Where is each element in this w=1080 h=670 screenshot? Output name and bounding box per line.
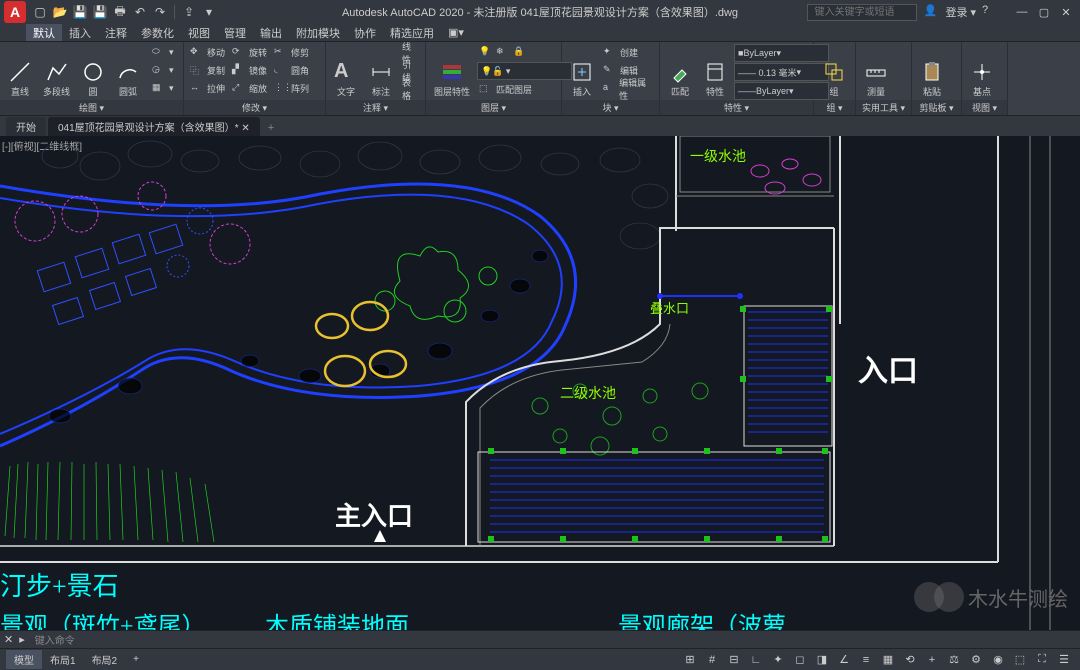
tab-expand-icon[interactable]: ▣▾: [441, 24, 471, 41]
tab-view[interactable]: 视图: [181, 24, 217, 41]
undo-icon[interactable]: ↶: [132, 4, 148, 20]
new-icon[interactable]: ▢: [32, 4, 48, 20]
panel-label-groups[interactable]: 组 ▾: [814, 100, 855, 115]
drawing-canvas[interactable]: [-][俯视][二维线框]: [0, 136, 1080, 630]
tab-default[interactable]: 默认: [26, 24, 62, 41]
label-pergola: 景观廊架（波萝: [618, 606, 786, 630]
panel-block: 插入 ✦创建 ✎编辑 a编辑属性 块 ▾: [562, 42, 660, 115]
move-button[interactable]: ✥移动: [188, 44, 227, 61]
panel-label-annotate[interactable]: 注释 ▾: [326, 100, 425, 115]
help-icon[interactable]: ?: [982, 4, 998, 20]
tab-manage[interactable]: 管理: [217, 24, 253, 41]
minimize-icon[interactable]: —: [1012, 4, 1032, 20]
window-title: Autodesk AutoCAD 2020 - 未注册版 041屋顶花园景观设计…: [342, 4, 738, 20]
doctab-file[interactable]: 041屋顶花园景观设计方案（含效果图）* ✕: [48, 117, 260, 136]
panel-layers: 图层特性 💡❄🔒 💡🔓 ▾ ⬚匹配图层 图层 ▾: [426, 42, 562, 115]
saveas-icon[interactable]: 💾: [92, 4, 108, 20]
layer-tools-row[interactable]: ⬚匹配图层: [477, 81, 572, 98]
cmd-prompt-icon: ▸: [19, 633, 25, 646]
drawing-content: [0, 136, 1080, 630]
layer-dropdown[interactable]: 💡🔓 ▾: [477, 62, 572, 80]
titlebar: A ▢ 📂 💾 💾 🖶 ↶ ↷ ⇪ ▾ Autodesk AutoCAD 202…: [0, 0, 1080, 24]
label-entrance-main: 主入口: [335, 496, 413, 533]
table-button[interactable]: 表格: [400, 80, 421, 97]
label-wood-pave: 木质铺装地面: [265, 606, 409, 630]
panel-properties: 匹配 特性 ■ ByLayer ▾ —— 0.13 毫米 ▾ —— ByLaye…: [660, 42, 814, 115]
panel-label-clipboard[interactable]: 剪贴板 ▾: [912, 100, 961, 115]
panel-clipboard: 粘贴 剪贴板 ▾: [912, 42, 962, 115]
plot-icon[interactable]: 🖶: [112, 4, 128, 20]
draw-flyout-2[interactable]: ◶▾: [150, 62, 176, 79]
tab-collaborate[interactable]: 协作: [347, 24, 383, 41]
draw-flyout-1[interactable]: ⬭▾: [150, 44, 176, 61]
open-icon[interactable]: 📂: [52, 4, 68, 20]
qat-dropdown-icon[interactable]: ▾: [201, 4, 217, 20]
tab-insert[interactable]: 插入: [62, 24, 98, 41]
panel-label-draw[interactable]: 绘图 ▾: [0, 100, 183, 115]
fillet-button[interactable]: ◟圆角: [272, 62, 311, 79]
stretch-button[interactable]: ↔拉伸: [188, 80, 227, 97]
label-pool1: 一级水池: [690, 146, 746, 166]
quick-access-toolbar: ▢ 📂 💾 💾 🖶 ↶ ↷ ⇪ ▾: [32, 4, 217, 20]
label-entrance-east: 入口: [858, 346, 918, 390]
create-block-button[interactable]: ✦创建: [601, 44, 655, 61]
panel-groups: 组 组 ▾: [814, 42, 856, 115]
ribbon: 直线 多段线 圆 圆弧 ⬭▾ ◶▾ ▦▾ 绘图 ▾ ✥移动 ⿻复制 ↔拉伸 ⟳旋…: [0, 42, 1080, 116]
panel-utils: 测量 实用工具 ▾: [856, 42, 912, 115]
edit-attr-button[interactable]: a编辑属性: [601, 80, 655, 97]
command-line[interactable]: ✕ ▸ 键入命令: [0, 630, 1080, 648]
panel-label-modify[interactable]: 修改 ▾: [184, 100, 325, 115]
layer-state-row[interactable]: 💡❄🔒: [477, 44, 572, 61]
redo-icon[interactable]: ↷: [152, 4, 168, 20]
trim-button[interactable]: ✂修剪: [272, 44, 311, 61]
array-button[interactable]: ⋮⋮阵列: [272, 80, 311, 97]
document-tabs: 开始 041屋顶花园景观设计方案（含效果图）* ✕ +: [0, 116, 1080, 136]
label-spout: 叠水口: [650, 298, 689, 317]
panel-view: 基点 视图 ▾: [962, 42, 1008, 115]
cmd-close-icon[interactable]: ✕: [4, 633, 13, 646]
user-icon[interactable]: 👤: [923, 4, 939, 20]
save-icon[interactable]: 💾: [72, 4, 88, 20]
app-logo[interactable]: A: [4, 1, 26, 23]
label-stepping: 汀步+景石: [0, 566, 119, 603]
draw-flyout-3[interactable]: ▦▾: [150, 80, 176, 97]
label-planting: 景观（斑竹+鸢尾）: [0, 606, 206, 630]
tab-output[interactable]: 输出: [253, 24, 289, 41]
rotate-button[interactable]: ⟳旋转: [230, 44, 269, 61]
scale-button[interactable]: ⤢缩放: [230, 80, 269, 97]
tab-addins[interactable]: 附加模块: [289, 24, 347, 41]
panel-draw: 直线 多段线 圆 圆弧 ⬭▾ ◶▾ ▦▾ 绘图 ▾: [0, 42, 184, 115]
label-pool2: 二级水池: [560, 383, 616, 403]
doctab-new[interactable]: +: [262, 120, 280, 136]
panel-modify: ✥移动 ⿻复制 ↔拉伸 ⟳旋转 ▞镜像 ⤢缩放 ✂修剪 ◟圆角 ⋮⋮阵列 修改 …: [184, 42, 326, 115]
login-button[interactable]: 登录 ▾: [945, 4, 976, 20]
maximize-icon[interactable]: ▢: [1034, 4, 1054, 20]
panel-label-layers[interactable]: 图层 ▾: [426, 100, 561, 115]
share-icon[interactable]: ⇪: [181, 4, 197, 20]
panel-label-properties[interactable]: 特性 ▾: [660, 100, 813, 115]
panel-label-utils[interactable]: 实用工具 ▾: [856, 100, 911, 115]
watermark: 木水牛测绘: [914, 582, 1068, 612]
tab-parametric[interactable]: 参数化: [134, 24, 181, 41]
close-icon[interactable]: ✕: [1056, 4, 1076, 20]
panel-annotate: A文字 标注 线性 引线 表格 注释 ▾: [326, 42, 426, 115]
copy-button[interactable]: ⿻复制: [188, 62, 227, 79]
wechat-icon-2: [934, 582, 964, 612]
panel-label-block[interactable]: 块 ▾: [562, 100, 659, 115]
tab-annotate[interactable]: 注释: [98, 24, 134, 41]
mirror-button[interactable]: ▞镜像: [230, 62, 269, 79]
status-bar: 模型 布局1 布局2 + ⊞ # ⊟ ∟ ✦ ◻ ◨ ∠ ≡ ▦ ⟲ + ⚖ ⚙…: [0, 648, 1080, 670]
help-search-input[interactable]: [807, 4, 917, 21]
doctab-start[interactable]: 开始: [6, 117, 46, 136]
ribbon-tabs: 默认 插入 注释 参数化 视图 管理 输出 附加模块 协作 精选应用 ▣▾: [0, 24, 1080, 42]
panel-label-view[interactable]: 视图 ▾: [962, 100, 1007, 115]
command-input[interactable]: 键入命令: [31, 632, 1076, 647]
tab-featured[interactable]: 精选应用: [383, 24, 441, 41]
